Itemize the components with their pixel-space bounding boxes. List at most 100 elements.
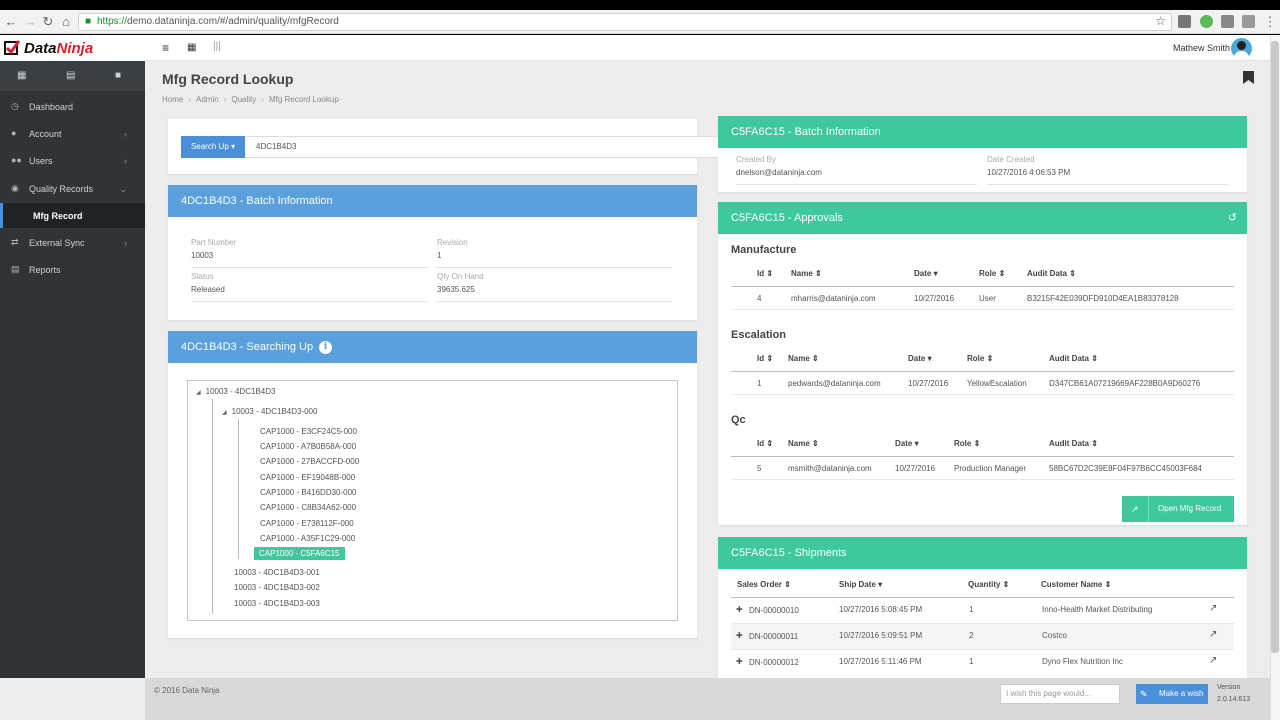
avatar[interactable] xyxy=(1231,38,1252,59)
menu-icon[interactable]: ⋮ xyxy=(1262,14,1278,30)
cell-date: 10/27/2016 xyxy=(914,294,955,303)
tree-leaf[interactable]: CAP1000 - A35F1C29-000 xyxy=(260,534,355,543)
column-header-audit[interactable]: Audit Data ⇕ xyxy=(1049,439,1098,448)
section-title-escalation: Escalation xyxy=(731,329,787,341)
column-header-ship-date[interactable]: Ship Date ▾ xyxy=(839,580,882,589)
info-icon[interactable]: i xyxy=(319,340,333,354)
barcode-icon[interactable]: ||| xyxy=(213,41,221,52)
brand-logo[interactable]: DataNinja xyxy=(0,35,145,61)
sidebar-item-quality-records[interactable]: ◉ Quality Records ⌄ xyxy=(0,176,145,202)
column-header-role[interactable]: Role ⇕ xyxy=(979,269,1005,278)
star-icon[interactable]: ☆ xyxy=(1155,14,1166,28)
expand-icon[interactable]: ✚ xyxy=(736,605,743,614)
cell-quantity: 1 xyxy=(969,605,974,614)
tree-node-child[interactable]: ◢ 10003 - 4DC1B4D3-000 xyxy=(222,407,317,416)
expand-icon[interactable]: ✚ xyxy=(736,631,743,640)
sidebar-item-account[interactable]: ● Account › xyxy=(0,121,145,147)
search-direction-dropdown[interactable]: Search Up ▾ xyxy=(181,136,245,158)
bookmark-icon[interactable] xyxy=(1243,71,1254,87)
history-icon[interactable]: ↺ xyxy=(1228,211,1237,224)
home-icon[interactable]: ⌂ xyxy=(58,14,74,30)
external-link-icon[interactable]: ↗ xyxy=(1209,603,1217,614)
sidebar-item-external-sync[interactable]: ⇄ External Sync › xyxy=(0,230,145,256)
column-header-id[interactable]: Id ⇕ xyxy=(757,439,773,448)
brand-name: DataNinja xyxy=(24,40,94,57)
sidebar-item-label: Quality Records xyxy=(29,184,94,194)
chevron-down-icon: ⌄ xyxy=(119,184,127,194)
cell-id: 5 xyxy=(757,464,762,473)
tree-node-root[interactable]: ◢ 10003 - 4DC1B4D3 xyxy=(196,387,275,396)
tree-leaf[interactable]: CAP1000 - B416DD30-000 xyxy=(260,488,357,497)
column-header-customer[interactable]: Customer Name ⇕ xyxy=(1041,580,1111,589)
tree-leaf[interactable]: CAP1000 - EF19048B-000 xyxy=(260,473,355,482)
sidebar-item-users[interactable]: ●● Users › xyxy=(0,148,145,174)
extension-icon[interactable] xyxy=(1221,15,1234,28)
tree-node-sibling[interactable]: 10003 - 4DC1B4D3-002 xyxy=(234,583,320,592)
hamburger-icon[interactable]: ≡ xyxy=(162,41,169,55)
table-row[interactable]: ✚ DN-00000012 10/27/2016 5:11:46 PM 1 Dy… xyxy=(731,650,1234,675)
tree-leaf[interactable]: CAP1000 - C8B34A62-000 xyxy=(260,503,356,512)
column-header-audit[interactable]: Audit Data ⇕ xyxy=(1049,354,1098,363)
user-name[interactable]: Mathew Smith xyxy=(1173,43,1230,53)
lock-icon: ■ xyxy=(85,16,92,27)
address-bar[interactable]: ■ https://demo.dataninja.com/#/admin/qua… xyxy=(78,13,1172,31)
extension-icon[interactable] xyxy=(1178,15,1191,28)
forward-icon[interactable]: → xyxy=(22,14,38,30)
cell-ship-date: 10/27/2016 5:11:46 PM xyxy=(839,657,922,666)
column-header-sales-order[interactable]: Sales Order ⇕ xyxy=(737,580,791,589)
column-header-name[interactable]: Name ⇕ xyxy=(791,269,822,278)
breadcrumb-quality[interactable]: Quality xyxy=(231,95,256,104)
cell-quantity: 2 xyxy=(969,631,974,640)
external-link-icon[interactable]: ↗ xyxy=(1209,629,1217,640)
tree-leaf-selected[interactable]: CAP1000 - C5FA6C15 xyxy=(254,547,345,560)
sidebar-item-label: Dashboard xyxy=(29,102,74,112)
sidebar-shortcuts: ▦ ▤ ■ xyxy=(0,61,145,91)
cell-role: User xyxy=(979,294,996,303)
tree-node-sibling[interactable]: 10003 - 4DC1B4D3-001 xyxy=(234,568,320,577)
extension-icon[interactable] xyxy=(1200,15,1213,28)
url-text: https://demo.dataninja.com/#/admin/quali… xyxy=(97,16,339,27)
tree-node-sibling[interactable]: 10003 - 4DC1B4D3-003 xyxy=(234,599,320,608)
table-row[interactable]: ✚ DN-00000010 10/27/2016 5:08:45 PM 1 In… xyxy=(731,598,1234,623)
sidebar-item-reports[interactable]: ▤ Reports xyxy=(0,257,145,283)
open-mfg-record-button[interactable]: ↗ Open Mfg Record xyxy=(1122,496,1234,522)
back-icon[interactable]: ← xyxy=(3,14,19,30)
calendar-icon[interactable]: ▤ xyxy=(66,70,75,81)
column-header-role[interactable]: Role ⇕ xyxy=(967,354,993,363)
sidebar-item-dashboard[interactable]: ◷ Dashboard xyxy=(0,94,145,120)
make-a-wish-button[interactable]: ✎ Make a wish xyxy=(1136,684,1208,704)
external-link-icon[interactable]: ↗ xyxy=(1209,655,1217,666)
reload-icon[interactable]: ↻ xyxy=(40,14,56,30)
cell-sales-order: DN-00000012 xyxy=(749,658,799,667)
truck-icon[interactable]: ■ xyxy=(115,70,121,81)
revision-value: 1 xyxy=(437,251,442,260)
tree-leaf[interactable]: CAP1000 - 27BACCFD-000 xyxy=(260,457,359,466)
column-header-audit[interactable]: Audit Data ⇕ xyxy=(1027,269,1076,278)
cast-icon[interactable] xyxy=(1242,15,1255,28)
column-header-date[interactable]: Date ▾ xyxy=(914,269,938,278)
column-header-name[interactable]: Name ⇕ xyxy=(788,439,819,448)
breadcrumb-home[interactable]: Home xyxy=(162,95,183,104)
expand-icon[interactable]: ✚ xyxy=(736,657,743,666)
tree-leaf[interactable]: CAP1000 - E3CF24C5-000 xyxy=(260,427,357,436)
scrollbar-thumb[interactable] xyxy=(1271,41,1279,653)
wish-input[interactable]: I wish this page would... xyxy=(1000,684,1120,704)
chevron-right-icon: › xyxy=(124,156,127,166)
column-header-id[interactable]: Id ⇕ xyxy=(757,269,773,278)
breadcrumb-admin[interactable]: Admin xyxy=(196,95,219,104)
sidebar-item-mfg-record[interactable]: Mfg Record xyxy=(0,203,145,228)
column-header-name[interactable]: Name ⇕ xyxy=(788,354,819,363)
cell-audit: D347CB61A07219669AF228B0A9D60276 xyxy=(1049,379,1201,388)
tree-leaf[interactable]: CAP1000 - A7B0B58A-000 xyxy=(260,442,356,451)
column-header-quantity[interactable]: Quantity ⇕ xyxy=(968,580,1009,589)
dashboard-shortcut-icon[interactable]: ▦ xyxy=(17,70,26,81)
breadcrumb-current: Mfg Record Lookup xyxy=(268,95,339,104)
table-row[interactable]: ✚ DN-00000011 10/27/2016 5:09:51 PM 2 Co… xyxy=(731,624,1234,649)
grid-icon[interactable]: ▦ xyxy=(187,42,196,53)
column-header-date[interactable]: Date ▾ xyxy=(908,354,932,363)
column-header-role[interactable]: Role ⇕ xyxy=(954,439,980,448)
tree-leaf[interactable]: CAP1000 - E738112F-000 xyxy=(260,519,354,528)
chevron-right-icon: › xyxy=(124,129,127,139)
column-header-id[interactable]: Id ⇕ xyxy=(757,354,773,363)
column-header-date[interactable]: Date ▾ xyxy=(895,439,919,448)
